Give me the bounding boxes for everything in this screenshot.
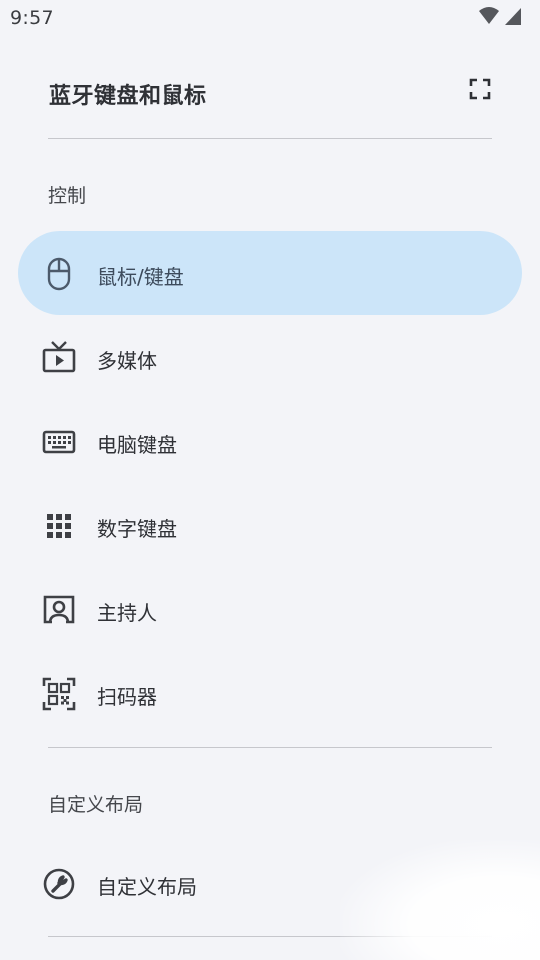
section-label-custom-layout: 自定义布局 <box>48 794 144 816</box>
tv-play-icon <box>42 341 76 373</box>
mouse-icon <box>47 257 71 291</box>
wifi-icon <box>479 7 499 24</box>
drawer-header: 蓝牙键盘和鼠标 <box>48 60 492 122</box>
cellular-signal-icon <box>505 8 521 25</box>
header-divider <box>48 138 492 139</box>
nav-item-label: 多媒体 <box>97 349 157 373</box>
status-bar: 9:57 <box>0 0 540 36</box>
nav-item-label: 自定义布局 <box>97 875 197 899</box>
nav-item-label: 扫码器 <box>97 685 157 709</box>
nav-item-label: 电脑键盘 <box>97 433 177 457</box>
fullscreen-icon[interactable] <box>468 77 492 101</box>
nav-item-presenter[interactable]: 主持人 <box>18 567 522 651</box>
nav-item-mouse-keyboard[interactable]: 鼠标/键盘 <box>18 231 522 315</box>
qr-scanner-icon <box>42 677 76 711</box>
bottom-divider <box>48 936 492 937</box>
section-divider <box>48 747 492 748</box>
keyboard-icon <box>42 430 76 454</box>
section-label-control: 控制 <box>48 185 87 207</box>
nav-item-label: 鼠标/键盘 <box>97 265 184 289</box>
nav-item-pc-keyboard[interactable]: 电脑键盘 <box>18 399 522 483</box>
nav-item-label: 主持人 <box>97 601 157 625</box>
numpad-grid-icon <box>47 514 71 538</box>
drawer-title: 蓝牙键盘和鼠标 <box>49 84 207 109</box>
presenter-icon <box>43 595 75 624</box>
nav-item-custom-layout[interactable]: 自定义布局 <box>18 841 522 925</box>
status-time: 9:57 <box>10 7 54 29</box>
status-icons <box>478 6 522 26</box>
wrench-icon <box>43 868 75 900</box>
nav-item-numpad[interactable]: 数字键盘 <box>18 483 522 567</box>
nav-item-label: 数字键盘 <box>97 517 177 541</box>
nav-item-multimedia[interactable]: 多媒体 <box>18 315 522 399</box>
nav-item-qr-scanner[interactable]: 扫码器 <box>18 651 522 735</box>
